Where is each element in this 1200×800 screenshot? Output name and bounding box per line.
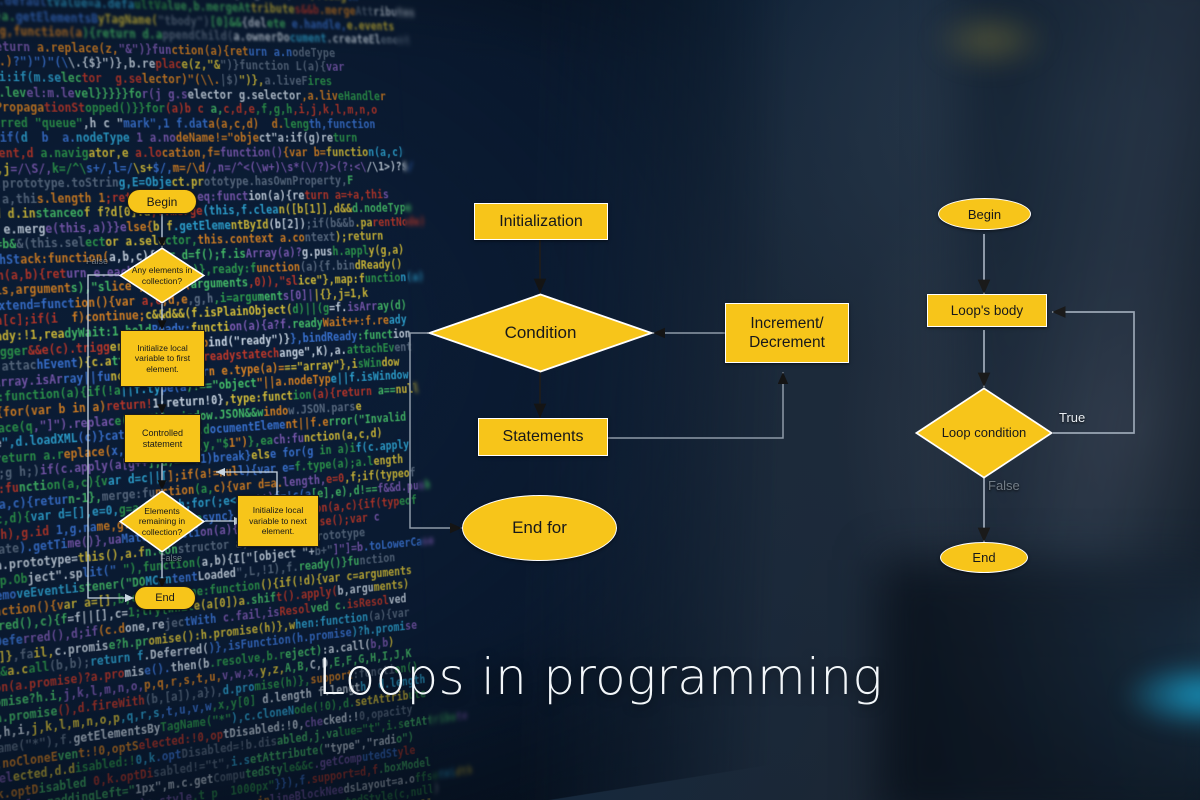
node-controlled-statement[interactable]: Controlled statement: [124, 414, 201, 463]
diamond-shape: [426, 293, 655, 373]
node-foreach-begin[interactable]: Begin: [127, 189, 197, 214]
node-label: Initialize local variable to next elemen…: [249, 505, 307, 537]
node-loop-condition[interactable]: Loop condition: [914, 387, 1054, 479]
edge-label-remaining-false: False: [160, 553, 183, 563]
flowchart-do-while-loop: Begin Loop's body Loop condition True Fa…: [900, 190, 1160, 600]
edge-label-true: True: [1059, 410, 1086, 425]
flowchart-for-loop: Initialization Condition Increment/ Decr…: [409, 190, 890, 580]
edge-label-any-false: False: [86, 256, 109, 266]
node-label: End: [972, 550, 996, 565]
diamond-shape: [118, 247, 206, 304]
amber-bokeh-glow: [930, 10, 1050, 70]
flowchart-foreach-loop: Begin Any elements in collection? False …: [0, 0, 400, 640]
node-label: End for: [512, 518, 567, 537]
node-label: Statements: [502, 428, 584, 445]
node-any-elements-in-collection[interactable]: Any elements in collection?: [118, 247, 206, 304]
node-init-local-var-first[interactable]: Initialize local variable to first eleme…: [120, 330, 205, 387]
node-label: Begin: [967, 206, 1002, 222]
edge-label-false: False: [988, 478, 1020, 493]
node-foreach-end[interactable]: End: [134, 586, 196, 610]
diamond-shape: [914, 387, 1054, 479]
image-root: b.substr(1),l.bW(a,c,d,e)})},m.unshift(l…: [0, 0, 1200, 800]
node-initialization[interactable]: Initialization: [474, 203, 608, 240]
node-dowhile-begin[interactable]: Begin: [938, 198, 1031, 230]
node-dowhile-end[interactable]: End: [940, 542, 1028, 573]
node-condition[interactable]: Condition: [426, 293, 655, 373]
node-end-for[interactable]: End for: [462, 495, 617, 561]
node-increment-decrement[interactable]: Increment/ Decrement: [725, 303, 849, 363]
page-title: Loops in programming: [317, 648, 883, 706]
node-label: End: [155, 592, 175, 604]
node-label: Initialization: [499, 212, 583, 230]
node-label: Loop's body: [950, 303, 1024, 318]
node-loops-body[interactable]: Loop's body: [927, 294, 1047, 327]
node-elements-remaining-in-collection[interactable]: Elements remaining in collection?: [118, 490, 206, 553]
node-label: Initialize local variable to first eleme…: [134, 342, 191, 374]
node-label: Controlled statement: [141, 427, 184, 449]
node-label: Begin: [146, 194, 178, 209]
node-init-local-var-next[interactable]: Initialize local variable to next elemen…: [237, 495, 319, 547]
node-statements[interactable]: Statements: [478, 418, 608, 456]
diamond-shape: [118, 490, 206, 553]
node-label: Increment/ Decrement: [749, 315, 825, 351]
